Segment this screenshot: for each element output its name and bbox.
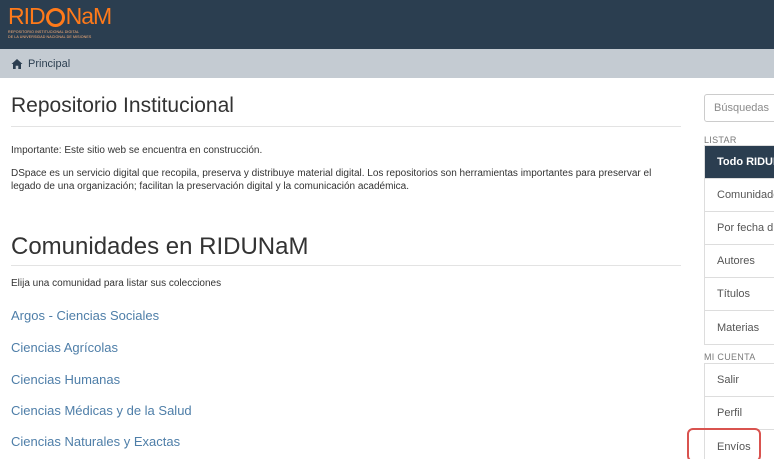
browse-item-all[interactable]: Todo RIDUN xyxy=(705,146,774,179)
communities-title: Comunidades en RIDUNaM xyxy=(11,233,309,260)
repository-description: DSpace es un servicio digital que recopi… xyxy=(11,168,652,192)
account-item-profile[interactable]: Perfil xyxy=(705,397,774,430)
community-link-agricolas[interactable]: Ciencias Agrícolas xyxy=(11,340,118,355)
account-list: Salir Perfil Envíos xyxy=(704,363,774,459)
home-icon xyxy=(11,58,23,69)
communities-hint: Elija una comunidad para listar sus cole… xyxy=(11,278,222,289)
page-title: Repositorio Institucional xyxy=(11,94,234,117)
browse-item-titles[interactable]: Títulos xyxy=(705,278,774,311)
community-link-humanas[interactable]: Ciencias Humanas xyxy=(11,372,120,387)
logo-text-left: RID xyxy=(8,3,46,29)
top-navbar: RID NaM REPOSITORIO INSTITUCIONAL DIGITAL… xyxy=(0,0,774,49)
browse-item-communities[interactable]: Comunidade xyxy=(705,179,774,212)
listar-label: LISTAR xyxy=(704,135,737,145)
account-item-logout[interactable]: Salir xyxy=(705,364,774,397)
construction-note: Importante: Este sitio web se encuentra … xyxy=(11,145,263,156)
mi-cuenta-label: MI CUENTA xyxy=(704,352,756,362)
browse-list: Todo RIDUN Comunidade Por fecha d Autore… xyxy=(704,145,774,345)
breadcrumb-home-link[interactable]: Principal xyxy=(28,58,70,70)
sidebar: Búsquedas LISTAR Todo RIDUN Comunidade P… xyxy=(693,78,774,459)
browse-item-subjects[interactable]: Materias xyxy=(705,311,774,344)
browse-item-authors[interactable]: Autores xyxy=(705,245,774,278)
community-link-naturales[interactable]: Ciencias Naturales y Exactas xyxy=(11,434,180,449)
account-item-submissions[interactable]: Envíos xyxy=(705,430,774,459)
breadcrumb: Principal xyxy=(0,49,774,78)
search-input[interactable]: Búsquedas xyxy=(704,94,774,122)
logo-text-right: NaM xyxy=(65,3,113,29)
community-link-medicas[interactable]: Ciencias Médicas y de la Salud xyxy=(11,403,192,418)
communities-divider xyxy=(11,265,681,266)
logo-wordmark: RID NaM xyxy=(8,5,118,28)
logo-subtitle-2: DE LA UNIVERSIDAD NACIONAL DE MISIONES xyxy=(8,34,92,39)
browse-item-date[interactable]: Por fecha d xyxy=(705,212,774,245)
title-divider xyxy=(11,126,681,127)
community-link-argos[interactable]: Argos - Ciencias Sociales xyxy=(11,308,159,323)
logo-ring-icon xyxy=(45,8,65,27)
ridunam-logo[interactable]: RID NaM REPOSITORIO INSTITUCIONAL DIGITAL… xyxy=(8,5,118,43)
